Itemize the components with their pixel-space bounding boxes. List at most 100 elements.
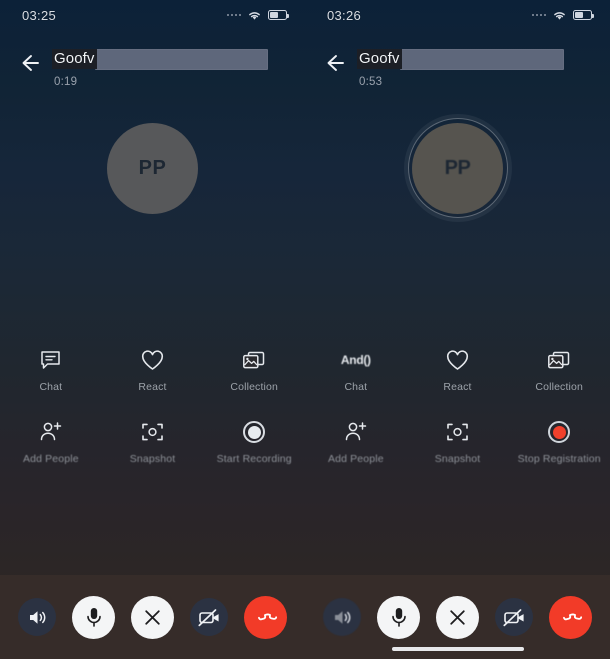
call-panel-left: 03:25 Goofv 0:19 PP Chat React Collectio… [0,0,305,659]
call-timer: 0:19 [54,76,78,88]
action-label: React [138,381,167,393]
add-person-icon [39,420,63,444]
avatar-circle: PP [107,122,198,214]
close-x-icon [450,609,465,625]
speaker-icon [334,610,350,624]
action-react[interactable]: React [407,340,509,412]
close-x-icon [145,609,160,625]
action-chat[interactable]: And() Chat [305,340,407,412]
wifi-icon [249,11,260,20]
action-collection[interactable]: Collection [508,340,610,412]
action-chat[interactable]: Chat [0,340,102,412]
action-snapshot[interactable]: Snapshot [407,412,509,484]
action-add-people[interactable]: Add People [305,412,407,484]
hang-up-icon [562,613,582,621]
status-bar-left: 03:25 [0,0,305,30]
avatar: PP [407,118,508,218]
avatar-initials: PP [444,156,471,179]
redaction-bar [399,48,564,70]
call-controls-right [305,575,610,659]
action-label: Collection [535,381,583,393]
peer-name-row: Goofv [357,48,564,70]
back-arrow-icon[interactable] [321,50,347,76]
status-bar-right: 03:26 [305,0,610,30]
battery-icon [268,10,290,20]
microphone-button[interactable] [72,595,115,639]
chat-badge: And() [340,353,371,367]
peer-info-left: Goofv 0:19 [52,48,268,88]
call-timer: 0:53 [359,76,383,88]
signal-dots-icon [531,13,546,17]
call-header-left: Goofv 0:19 [0,30,305,88]
microphone-icon [86,607,101,627]
action-label: Collection [230,381,278,393]
photo-stack-icon [242,348,266,372]
action-label: Snapshot [129,453,176,465]
speaker-button[interactable] [323,598,361,636]
action-react[interactable]: React [102,340,204,412]
peer-name: Goofv [357,49,402,69]
action-collection[interactable]: Collection [203,340,305,412]
peer-info-right: Goofv 0:53 [357,48,564,88]
action-label: Chat [344,381,368,393]
back-arrow-icon[interactable] [16,50,42,76]
camera-off-icon [197,608,219,626]
microphone-button[interactable] [377,595,420,639]
action-label: Stop Registration [517,453,601,465]
action-label: Add People [327,453,384,465]
call-controls-left [0,575,305,659]
camera-off-button[interactable] [495,598,533,636]
heart-icon [141,348,164,372]
signal-dots-icon [226,13,241,17]
snapshot-frame-icon [446,420,469,444]
camera-off-icon [502,608,524,626]
status-indicators [226,10,290,21]
speaker-icon [29,610,45,624]
home-indicator[interactable] [391,646,524,651]
status-clock: 03:25 [22,7,57,23]
action-label: Snapshot [434,453,481,465]
avatar-initials: PP [138,156,167,179]
redaction-bar [94,48,268,70]
record-dot-icon [243,420,266,444]
action-start-recording[interactable]: Start Recording [203,412,305,484]
avatar-circle: PP [412,122,503,214]
hang-up-button[interactable] [244,595,287,639]
chat-bubble-icon [40,348,61,372]
peer-name-row: Goofv [52,48,268,70]
action-row-1: Chat React Collection [0,340,305,412]
action-grid-left: Chat React Collection Add People Snapsho… [0,334,305,484]
action-snapshot[interactable]: Snapshot [102,412,204,484]
add-person-icon [344,420,368,444]
close-button[interactable] [436,595,479,639]
photo-stack-icon [547,348,571,372]
dual-call-screenshot: 03:25 Goofv 0:19 PP Chat React Collectio… [0,0,610,659]
status-indicators [531,10,595,21]
call-panel-right: 03:26 Goofv 0:53 PP And() Chat React Col… [305,0,610,659]
snapshot-frame-icon [141,420,164,444]
camera-off-button[interactable] [190,598,228,636]
action-row-2: Add People Snapshot Stop Registration [305,412,610,484]
action-row-1: And() Chat React Collection [305,340,610,412]
record-dot-icon [548,420,571,444]
action-label: Chat [39,381,63,393]
action-stop-recording[interactable]: Stop Registration [508,412,610,484]
close-button[interactable] [131,595,174,639]
chat-bubble-icon: And() [341,348,371,372]
wifi-icon [554,11,565,20]
call-stage-right: PP [305,88,610,334]
action-label: Start Recording [216,453,292,465]
action-label: React [443,381,472,393]
heart-icon [446,348,469,372]
call-header-right: Goofv 0:53 [305,30,610,88]
speaker-button[interactable] [18,598,56,636]
avatar: PP [103,118,203,218]
action-label: Add People [22,453,79,465]
battery-icon [573,10,595,20]
call-stage-left: PP [0,88,305,334]
hang-up-button[interactable] [549,595,592,639]
peer-name: Goofv [52,49,97,69]
action-row-2: Add People Snapshot Start Recording [0,412,305,484]
action-add-people[interactable]: Add People [0,412,102,484]
status-clock: 03:26 [327,7,362,23]
